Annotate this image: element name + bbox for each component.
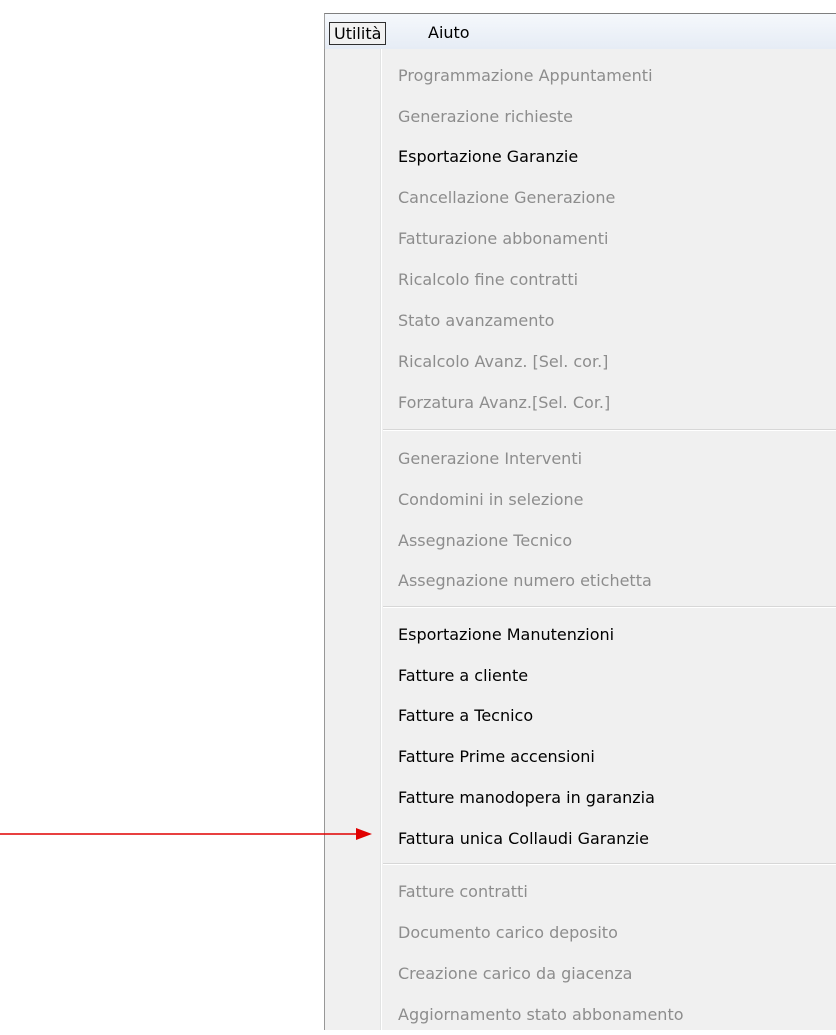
menu-item-documento-carico-deposito[interactable]: Documento carico deposito bbox=[398, 913, 618, 953]
menu-item-esportazione-garanzie[interactable]: Esportazione Garanzie bbox=[398, 137, 578, 177]
menu-item-generazione-richieste[interactable]: Generazione richieste bbox=[398, 97, 573, 137]
menu-item-condomini-in-selezione[interactable]: Condomini in selezione bbox=[398, 480, 584, 520]
menu-item-assegnazione-numero-etichetta[interactable]: Assegnazione numero etichetta bbox=[398, 561, 652, 601]
menu-item-forzatura-avanz[interactable]: Forzatura Avanz.[Sel. Cor.] bbox=[398, 383, 610, 423]
menu-item-fatture-contratti[interactable]: Fatture contratti bbox=[398, 872, 528, 912]
menu-item-fatture-manodopera-in-garanzia[interactable]: Fatture manodopera in garanzia bbox=[398, 778, 655, 818]
menubar-item-aiuto[interactable]: Aiuto bbox=[424, 22, 474, 45]
menu-icon-gutter-highlight bbox=[381, 49, 382, 1030]
menu-item-creazione-carico-da-giacenza[interactable]: Creazione carico da giacenza bbox=[398, 954, 632, 994]
menu-item-aggiornamento-stato-abbonamento[interactable]: Aggiornamento stato abbonamento bbox=[398, 995, 684, 1035]
menu-bar: Utilità Aiuto bbox=[324, 13, 836, 49]
menu-item-fatturazione-abbonamenti[interactable]: Fatturazione abbonamenti bbox=[398, 219, 608, 259]
menu-separator bbox=[383, 863, 836, 865]
menu-item-ricalcolo-fine-contratti[interactable]: Ricalcolo fine contratti bbox=[398, 260, 578, 300]
menu-item-assegnazione-tecnico[interactable]: Assegnazione Tecnico bbox=[398, 521, 572, 561]
menubar-item-utilita[interactable]: Utilità bbox=[329, 22, 387, 45]
menu-item-stato-avanzamento[interactable]: Stato avanzamento bbox=[398, 301, 554, 341]
menu-item-ricalcolo-avanz[interactable]: Ricalcolo Avanz. [Sel. cor.] bbox=[398, 342, 608, 382]
menu-item-fattura-unica-collaudi-garanzie[interactable]: Fattura unica Collaudi Garanzie bbox=[398, 819, 649, 859]
menu-item-fatture-prime-accensioni[interactable]: Fatture Prime accensioni bbox=[398, 737, 595, 777]
menu-separator bbox=[383, 606, 836, 608]
utilita-dropdown-menu: Programmazione Appuntamenti Generazione … bbox=[324, 49, 836, 1030]
menu-item-fatture-a-cliente[interactable]: Fatture a cliente bbox=[398, 656, 528, 696]
menu-item-fatture-a-tecnico[interactable]: Fatture a Tecnico bbox=[398, 696, 533, 736]
menu-item-programmazione-appuntamenti[interactable]: Programmazione Appuntamenti bbox=[398, 56, 653, 96]
menu-separator bbox=[383, 429, 836, 431]
menu-item-generazione-interventi[interactable]: Generazione Interventi bbox=[398, 439, 582, 479]
red-arrow-icon bbox=[0, 828, 372, 840]
menu-item-cancellazione-generazione[interactable]: Cancellazione Generazione bbox=[398, 178, 615, 218]
menu-item-esportazione-manutenzioni[interactable]: Esportazione Manutenzioni bbox=[398, 615, 614, 655]
